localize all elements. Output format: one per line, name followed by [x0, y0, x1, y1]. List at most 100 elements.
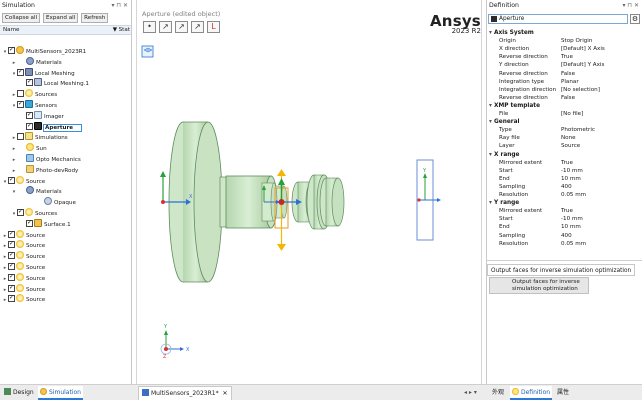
property-value[interactable]: True [561, 159, 641, 167]
property-row[interactable]: Start -10 mm [487, 167, 641, 175]
property-value[interactable]: Planar [561, 78, 641, 86]
visibility-checkbox[interactable] [17, 67, 24, 77]
tree-row[interactable]: ▾ Materials [11, 186, 62, 196]
gear-icon[interactable]: ⚙ [630, 14, 640, 24]
tree-row[interactable]: ▾Sensors [11, 99, 57, 110]
visibility-checkbox[interactable] [17, 99, 24, 109]
property-row[interactable]: Integration type Planar [487, 78, 641, 86]
visibility-checkbox[interactable] [8, 272, 15, 282]
tree-row[interactable]: ▸Source [2, 283, 45, 294]
tree-row[interactable]: ▸ Materials [11, 56, 62, 68]
simulation-tab[interactable]: Simulation [38, 386, 83, 400]
property-row[interactable]: Reverse direction False [487, 94, 641, 102]
design-tab[interactable]: Design [2, 386, 36, 400]
scale-icon[interactable]: ↗ [191, 21, 204, 33]
property-section[interactable]: ▾ X range [487, 150, 641, 159]
property-value[interactable]: True [561, 207, 641, 215]
property-row[interactable]: File [No file] [487, 110, 641, 118]
document-tab[interactable]: MultiSensors_2023R1* ✕ [138, 386, 232, 400]
expand-right-icon[interactable]: ▸ [11, 144, 17, 154]
output-faces-tab[interactable]: Output faces for inverse simulation opti… [487, 264, 636, 276]
property-row[interactable]: Reverse direction True [487, 53, 641, 61]
output-faces-button[interactable]: Output faces for inverse simulation opti… [489, 277, 589, 294]
property-row[interactable]: Origin Stop Origin [487, 37, 641, 45]
collapse-icon[interactable]: ▾ [487, 102, 494, 110]
expand-right-icon[interactable]: ▸ [11, 155, 17, 165]
property-row[interactable]: Y direction [Default] Y Axis [487, 61, 641, 69]
tree-row[interactable]: ▸Source [2, 250, 45, 261]
dot-select-icon[interactable]: • [143, 21, 156, 33]
tree-row[interactable]: ▸Source [2, 293, 45, 304]
property-value[interactable]: -10 mm [561, 167, 641, 175]
object-name-field[interactable]: Aperture [488, 14, 628, 24]
tree-row[interactable]: ▸ Opto Mechanics [11, 154, 81, 164]
property-row[interactable]: Layer Source [487, 142, 641, 150]
visibility-checkbox[interactable] [8, 283, 15, 293]
tree-row[interactable]: ▾Sources [11, 207, 57, 218]
tree-row[interactable]: Imager [20, 110, 64, 121]
tree-row[interactable]: ▸Source [2, 239, 45, 250]
visibility-checkbox[interactable] [26, 218, 33, 228]
document-nav-arrows[interactable]: ◂ ▸ ▾ [462, 386, 479, 400]
property-value[interactable]: 10 mm [561, 223, 641, 231]
property-value[interactable]: [Default] X Axis [561, 45, 641, 53]
property-value[interactable]: Source [561, 142, 641, 150]
visibility-checkbox[interactable] [26, 121, 33, 131]
panel-divider[interactable] [486, 260, 642, 261]
property-value[interactable]: [No selection] [561, 86, 641, 94]
property-value[interactable]: Stop Origin [561, 37, 641, 45]
visibility-checkbox[interactable] [8, 239, 15, 249]
property-row[interactable]: Sampling 400 [487, 183, 641, 191]
tree-row[interactable]: ▸ Sun [11, 143, 47, 153]
tree-row[interactable]: ▸Source [2, 272, 45, 283]
tree-row[interactable]: Local Meshing.1 [20, 77, 89, 88]
name-column-header[interactable]: Name [3, 27, 20, 33]
property-row[interactable]: Start -10 mm [487, 215, 641, 223]
visibility-checkbox[interactable] [17, 207, 24, 217]
collapse-icon[interactable]: ▾ [487, 29, 494, 37]
property-row[interactable]: X direction [Default] X Axis [487, 45, 641, 53]
property-value[interactable]: 0.05 mm [561, 240, 641, 248]
property-row[interactable]: Mirrored extent True [487, 207, 641, 215]
definition-panel-controls[interactable]: ▾ ⊓ ✕ [622, 0, 639, 12]
rotate-icon[interactable]: ↗ [175, 21, 188, 33]
tree-row[interactable]: ▾Source [2, 175, 45, 186]
tree-row[interactable]: Surface.1 [20, 218, 71, 229]
view-cube-icon[interactable] [141, 45, 154, 58]
property-section[interactable]: ▾ XMP template [487, 101, 641, 110]
property-row[interactable]: End 10 mm [487, 223, 641, 231]
property-value[interactable]: True [561, 53, 641, 61]
close-icon[interactable]: ✕ [223, 390, 228, 397]
visibility-checkbox[interactable] [17, 133, 24, 141]
scene-canvas[interactable]: X Y Y X Z [136, 40, 482, 370]
property-section[interactable]: ▾ Y range [487, 199, 641, 208]
axis-icon[interactable]: L [207, 21, 220, 33]
collapse-icon[interactable]: ▾ [487, 118, 494, 126]
visibility-checkbox[interactable] [17, 90, 24, 98]
definition-tab[interactable]: Definition [510, 386, 553, 400]
tree-row[interactable]: ▾Local Meshing [11, 67, 75, 78]
tree-row[interactable]: ▸ Simulations [11, 132, 68, 142]
expand-right-icon[interactable]: ▸ [11, 58, 17, 68]
tree-row[interactable]: ▾MultiSensors_2023R1 [2, 45, 87, 56]
expand-down-icon[interactable]: ▾ [11, 187, 17, 197]
property-row[interactable]: Reverse direction False [487, 70, 641, 78]
status-column-header[interactable]: Stat [119, 26, 130, 35]
refresh-button[interactable]: Refresh [81, 13, 109, 23]
tree-row[interactable]: ▸ Photo-devRody [11, 164, 78, 175]
visibility-checkbox[interactable] [26, 77, 33, 87]
property-value[interactable]: None [561, 134, 641, 142]
property-section[interactable]: ▾ General [487, 118, 641, 127]
property-value[interactable]: Photometric [561, 126, 641, 134]
property-row[interactable]: Type Photometric [487, 126, 641, 134]
visibility-checkbox[interactable] [26, 110, 33, 120]
tree-row[interactable]: Aperture [20, 121, 83, 132]
visibility-checkbox[interactable] [8, 45, 15, 55]
visibility-checkbox[interactable] [8, 175, 15, 185]
properties-tab[interactable]: 属性 [555, 386, 571, 400]
filter-icon[interactable]: ▼ [113, 26, 117, 35]
visibility-checkbox[interactable] [8, 229, 15, 239]
property-value[interactable]: False [561, 94, 641, 102]
appearance-tab[interactable]: 外观 [490, 386, 506, 400]
tree-row[interactable]: ▸Source [2, 261, 45, 272]
